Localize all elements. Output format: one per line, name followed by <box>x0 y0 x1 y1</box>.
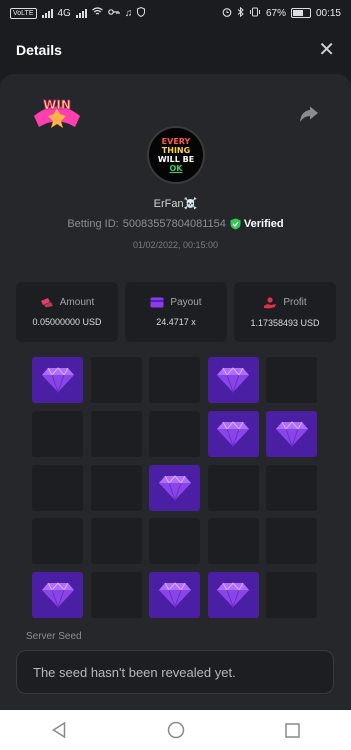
win-badge: WIN <box>28 92 86 138</box>
shield-small-icon <box>137 6 146 20</box>
grid-cell-gem <box>207 357 259 403</box>
signal-icon-2 <box>75 8 87 18</box>
grid-cell-gem <box>32 357 83 403</box>
signal-icon <box>41 8 53 18</box>
gem-icon <box>217 367 249 393</box>
grid-cell-empty <box>32 518 83 565</box>
details-header: Details ✕ <box>0 26 351 74</box>
gem-icon <box>41 582 74 608</box>
grid-cell-empty <box>266 572 317 618</box>
grid-cell-empty <box>90 357 142 403</box>
volte-chip: VoLTE <box>10 7 37 19</box>
server-seed-field: The seed hasn't been revealed yet. <box>16 650 334 694</box>
gem-icon <box>217 420 249 447</box>
avatar-text-4: OK <box>169 164 183 173</box>
battery-icon <box>290 8 311 18</box>
grid-cell-gem <box>266 410 317 457</box>
stat-value-amount: 0.05000000 USD <box>32 317 102 327</box>
page-title: Details <box>16 42 62 58</box>
grid-cell-empty <box>149 518 200 565</box>
grid-cell-empty <box>90 518 142 565</box>
grid-cell-empty <box>90 410 142 457</box>
grid-cell-empty <box>207 518 259 565</box>
stat-label-profit: Profit <box>283 297 307 308</box>
avatar-text-2: THING <box>161 146 191 155</box>
verified-badge: Verified <box>230 218 284 230</box>
amount-icon <box>40 298 53 308</box>
gem-icon <box>158 474 191 501</box>
gem-icon <box>275 420 308 447</box>
betting-id-value: 5008355780408115​4 <box>122 218 226 230</box>
gem-icon <box>41 367 74 393</box>
stat-value-payout: 24.4717 x <box>156 317 196 327</box>
recents-icon[interactable] <box>283 720 303 740</box>
grid-cell-empty <box>149 357 200 403</box>
bluetooth-icon <box>237 6 244 20</box>
gem-icon <box>217 582 249 608</box>
music-icon: ♫ <box>124 7 133 19</box>
share-icon[interactable] <box>299 106 319 124</box>
verified-shield-icon <box>230 218 241 230</box>
grid-cell-empty <box>32 410 83 457</box>
grid-cell-empty <box>266 464 317 511</box>
grid-cell-empty <box>266 518 317 565</box>
wifi-icon <box>91 7 103 19</box>
grid-cell-gem <box>32 572 83 618</box>
status-right: 67% 00:15 <box>222 6 341 20</box>
betting-id-row: Betting ID: 5008355780408115​4 Verified <box>0 218 351 230</box>
vibrate-icon <box>249 7 261 20</box>
stat-card-profit: Profit 1.17358493 USD <box>234 282 336 342</box>
stat-value-profit: 1.17358493 USD <box>250 317 320 328</box>
stats-row: Amount 0.05000000 USD Payout 24.4717 x P… <box>16 282 336 342</box>
win-badge-text: WIN <box>43 98 71 112</box>
status-left: VoLTE 4G ♫ <box>10 6 146 20</box>
gem-icon <box>158 582 191 608</box>
grid-cell-gem <box>207 572 259 618</box>
android-nav-bar <box>0 710 351 750</box>
grid-cell-empty <box>207 464 259 511</box>
stat-card-amount: Amount 0.05000000 USD <box>16 282 118 342</box>
close-icon[interactable]: ✕ <box>318 40 335 60</box>
verified-label: Verified <box>243 218 284 230</box>
battery-percent: 67% <box>265 7 286 19</box>
grid-cell-empty <box>266 357 317 403</box>
status-bar: VoLTE 4G ♫ 67% 00:15 <box>0 0 351 26</box>
stat-card-payout: Payout 24.4717 x <box>125 282 227 342</box>
clock: 00:15 <box>315 7 341 19</box>
server-seed-label: Server Seed <box>26 631 82 642</box>
key-icon <box>108 8 120 19</box>
profit-hand-icon <box>264 296 277 308</box>
stat-label-payout: Payout <box>170 297 202 308</box>
back-icon[interactable] <box>49 720 69 740</box>
bet-timestamp: 01/02/2022, 00:15:00 <box>132 240 219 250</box>
grid-cell-empty <box>90 572 142 618</box>
alarm-icon <box>222 7 232 20</box>
avatar-text-1: EVERY <box>161 137 191 146</box>
grid-cell-gem <box>149 572 200 618</box>
grid-cell-gem <box>207 410 259 457</box>
grid-cell-empty <box>32 464 83 511</box>
betting-id-label: Betting ID: <box>67 218 119 230</box>
payout-card-icon <box>150 297 164 308</box>
grid-cell-empty <box>149 410 200 457</box>
username: ErFan☠️ <box>153 198 198 210</box>
home-icon[interactable] <box>166 720 186 740</box>
avatar: EVERY THING WILL BE OK <box>147 126 205 184</box>
grid-cell-gem <box>149 464 200 511</box>
server-seed-value: The seed hasn't been revealed yet. <box>33 664 236 680</box>
grid-cell-empty <box>90 464 142 511</box>
avatar-text-3: WILL BE <box>157 155 195 164</box>
mines-grid <box>32 357 317 618</box>
stat-label-amount: Amount <box>59 297 95 308</box>
network-type: 4G <box>57 7 71 19</box>
